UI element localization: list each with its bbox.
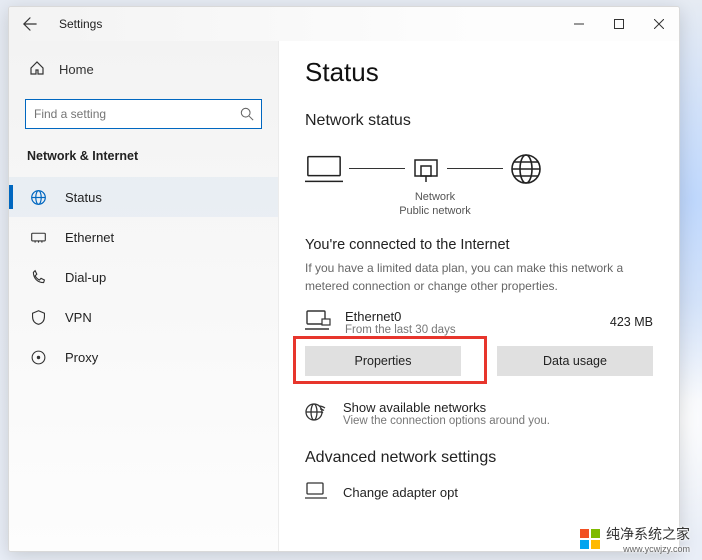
sidebar-item-label: Dial-up — [65, 270, 106, 285]
settings-window: Settings Home N — [8, 6, 680, 552]
watermark: 纯净系统之家 www.ycwjzy.com — [580, 524, 690, 554]
minimize-icon — [574, 19, 584, 29]
sidebar-item-status[interactable]: Status — [9, 177, 278, 217]
sidebar-item-proxy[interactable]: Proxy — [9, 337, 278, 377]
globe-net-icon — [305, 401, 329, 426]
available-sub: View the connection options around you. — [343, 415, 550, 427]
advanced-heading: Advanced network settings — [305, 449, 653, 467]
minimize-button[interactable] — [559, 7, 599, 41]
pc-icon — [305, 153, 343, 185]
maximize-icon — [614, 19, 624, 29]
connected-heading: You're connected to the Internet — [305, 237, 653, 253]
sidebar-category: Network & Internet — [9, 143, 278, 177]
diagram-network-sub: Public network — [305, 204, 565, 218]
window-title: Settings — [59, 17, 102, 31]
connection-buttons: Properties Data usage — [305, 346, 653, 376]
connection-name: Ethernet0 — [345, 309, 598, 324]
watermark-url: www.ycwjzy.com — [606, 544, 690, 554]
sidebar: Home Network & Internet Status Ether — [9, 41, 279, 551]
titlebar: Settings — [9, 7, 679, 41]
pc-small-icon — [305, 309, 333, 336]
page-title: Status — [305, 57, 653, 88]
diagram-caption: Network Public network — [305, 190, 565, 219]
sidebar-item-label: Status — [65, 190, 102, 205]
sidebar-item-ethernet[interactable]: Ethernet — [9, 217, 278, 257]
home-icon — [29, 60, 45, 79]
diagram-network-label: Network — [305, 190, 565, 204]
network-diagram — [305, 152, 653, 186]
maximize-button[interactable] — [599, 7, 639, 41]
globe-icon — [509, 152, 543, 186]
watermark-logo-icon — [580, 529, 600, 549]
sidebar-home[interactable]: Home — [9, 51, 278, 87]
watermark-text: 纯净系统之家 — [606, 524, 690, 544]
search-icon — [233, 107, 261, 121]
arrow-left-icon — [23, 17, 37, 31]
vpn-icon — [29, 309, 47, 326]
ethernet-adapter-icon — [411, 154, 441, 184]
back-button[interactable] — [19, 13, 41, 35]
close-button[interactable] — [639, 7, 679, 41]
data-usage-button[interactable]: Data usage — [497, 346, 653, 376]
change-adapter-options[interactable]: Change adapter opt — [305, 481, 653, 504]
sidebar-item-label: VPN — [65, 310, 92, 325]
network-status-heading: Network status — [305, 112, 653, 130]
dialup-icon — [29, 269, 47, 286]
status-icon — [29, 189, 47, 206]
connection-row: Ethernet0 From the last 30 days 423 MB — [305, 309, 653, 336]
connection-usage: 423 MB — [610, 315, 653, 329]
adapter-icon — [305, 481, 329, 504]
sidebar-item-vpn[interactable]: VPN — [9, 297, 278, 337]
search-box[interactable] — [25, 99, 262, 129]
adapter-title: Change adapter opt — [343, 485, 458, 500]
close-icon — [654, 19, 664, 29]
sidebar-item-dialup[interactable]: Dial-up — [9, 257, 278, 297]
search-input[interactable] — [26, 107, 233, 121]
connected-sub: If you have a limited data plan, you can… — [305, 259, 653, 295]
show-available-networks[interactable]: Show available networks View the connect… — [305, 400, 653, 427]
properties-button[interactable]: Properties — [305, 346, 461, 376]
available-title: Show available networks — [343, 400, 550, 415]
sidebar-item-label: Proxy — [65, 350, 98, 365]
connection-sub: From the last 30 days — [345, 324, 598, 336]
sidebar-home-label: Home — [59, 62, 94, 77]
ethernet-icon — [29, 229, 47, 246]
main-content: Status Network status Network Public net… — [279, 41, 679, 551]
sidebar-item-label: Ethernet — [65, 230, 114, 245]
proxy-icon — [29, 349, 47, 366]
